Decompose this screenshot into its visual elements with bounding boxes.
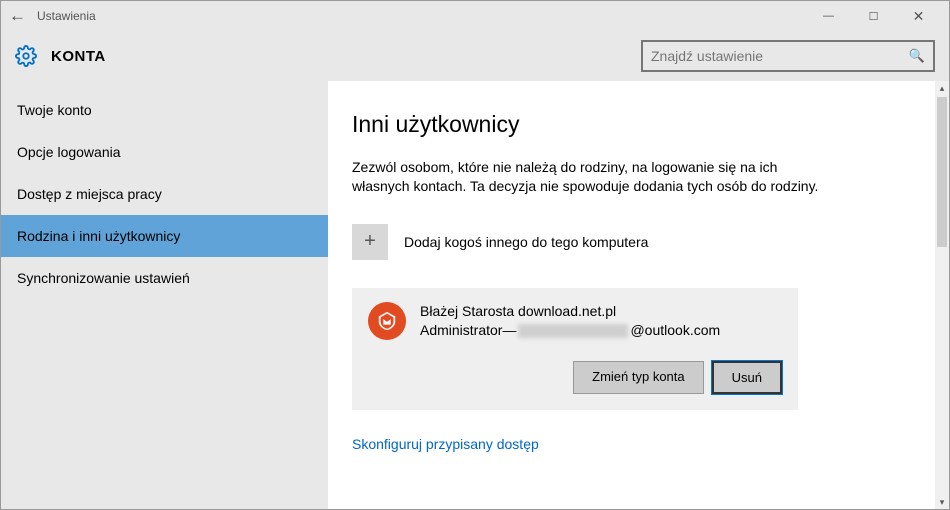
user-action-buttons: Zmień typ konta Usuń bbox=[368, 361, 782, 394]
redacted-email-prefix bbox=[518, 324, 628, 338]
search-input[interactable] bbox=[651, 48, 909, 64]
window-controls: — ☐ ✕ bbox=[806, 1, 941, 31]
configure-assigned-access-link[interactable]: Skonfiguruj przypisany dostęp bbox=[352, 436, 539, 452]
sidebar-item-signin-options[interactable]: Opcje logowania bbox=[1, 131, 328, 173]
add-person-button[interactable]: + Dodaj kogoś innego do tego komputera bbox=[352, 224, 925, 260]
user-info: Błażej Starosta download.net.pl Administ… bbox=[420, 302, 720, 341]
back-arrow-icon[interactable]: ← bbox=[9, 6, 37, 26]
section-title: Inni użytkownicy bbox=[352, 111, 925, 138]
sidebar-item-work-access[interactable]: Dostęp z miejsca pracy bbox=[1, 173, 328, 215]
search-field[interactable]: 🔍 bbox=[641, 40, 935, 72]
scroll-up-icon[interactable]: ▴ bbox=[935, 81, 949, 95]
avatar-icon bbox=[376, 310, 398, 332]
plus-icon: + bbox=[352, 224, 388, 260]
gear-icon bbox=[15, 45, 37, 67]
sidebar-item-sync-settings[interactable]: Synchronizowanie ustawień bbox=[1, 257, 328, 299]
remove-button[interactable]: Usuń bbox=[712, 361, 782, 394]
sidebar: Twoje konto Opcje logowania Dostęp z mie… bbox=[1, 81, 328, 509]
user-email-suffix: @outlook.com bbox=[630, 321, 720, 341]
header-row: KONTA 🔍 bbox=[1, 31, 949, 81]
minimize-button[interactable]: — bbox=[806, 1, 851, 31]
body: Twoje konto Opcje logowania Dostęp z mie… bbox=[1, 81, 949, 509]
separator: — bbox=[502, 321, 516, 341]
user-role: Administrator bbox=[420, 321, 502, 341]
add-person-label: Dodaj kogoś innego do tego komputera bbox=[404, 234, 648, 250]
scrollbar[interactable]: ▴ ▾ bbox=[935, 81, 949, 509]
user-card[interactable]: Błażej Starosta download.net.pl Administ… bbox=[352, 288, 798, 410]
section-description: Zezwól osobom, które nie należą do rodzi… bbox=[352, 158, 832, 196]
sidebar-item-family-other-users[interactable]: Rodzina i inni użytkownicy bbox=[1, 215, 328, 257]
avatar bbox=[368, 302, 406, 340]
category-title: KONTA bbox=[51, 48, 641, 65]
sidebar-item-your-account[interactable]: Twoje konto bbox=[1, 89, 328, 131]
content-pane: Inni użytkownicy Zezwól osobom, które ni… bbox=[328, 81, 949, 509]
titlebar: ← Ustawienia — ☐ ✕ bbox=[1, 1, 949, 31]
window-title: Ustawienia bbox=[37, 9, 806, 23]
change-account-type-button[interactable]: Zmień typ konta bbox=[573, 361, 704, 394]
user-display-name: Błażej Starosta download.net.pl bbox=[420, 302, 720, 322]
scroll-thumb[interactable] bbox=[937, 97, 947, 247]
search-icon: 🔍 bbox=[909, 48, 925, 64]
scroll-down-icon[interactable]: ▾ bbox=[935, 495, 949, 509]
maximize-button[interactable]: ☐ bbox=[851, 1, 896, 31]
close-button[interactable]: ✕ bbox=[896, 1, 941, 31]
